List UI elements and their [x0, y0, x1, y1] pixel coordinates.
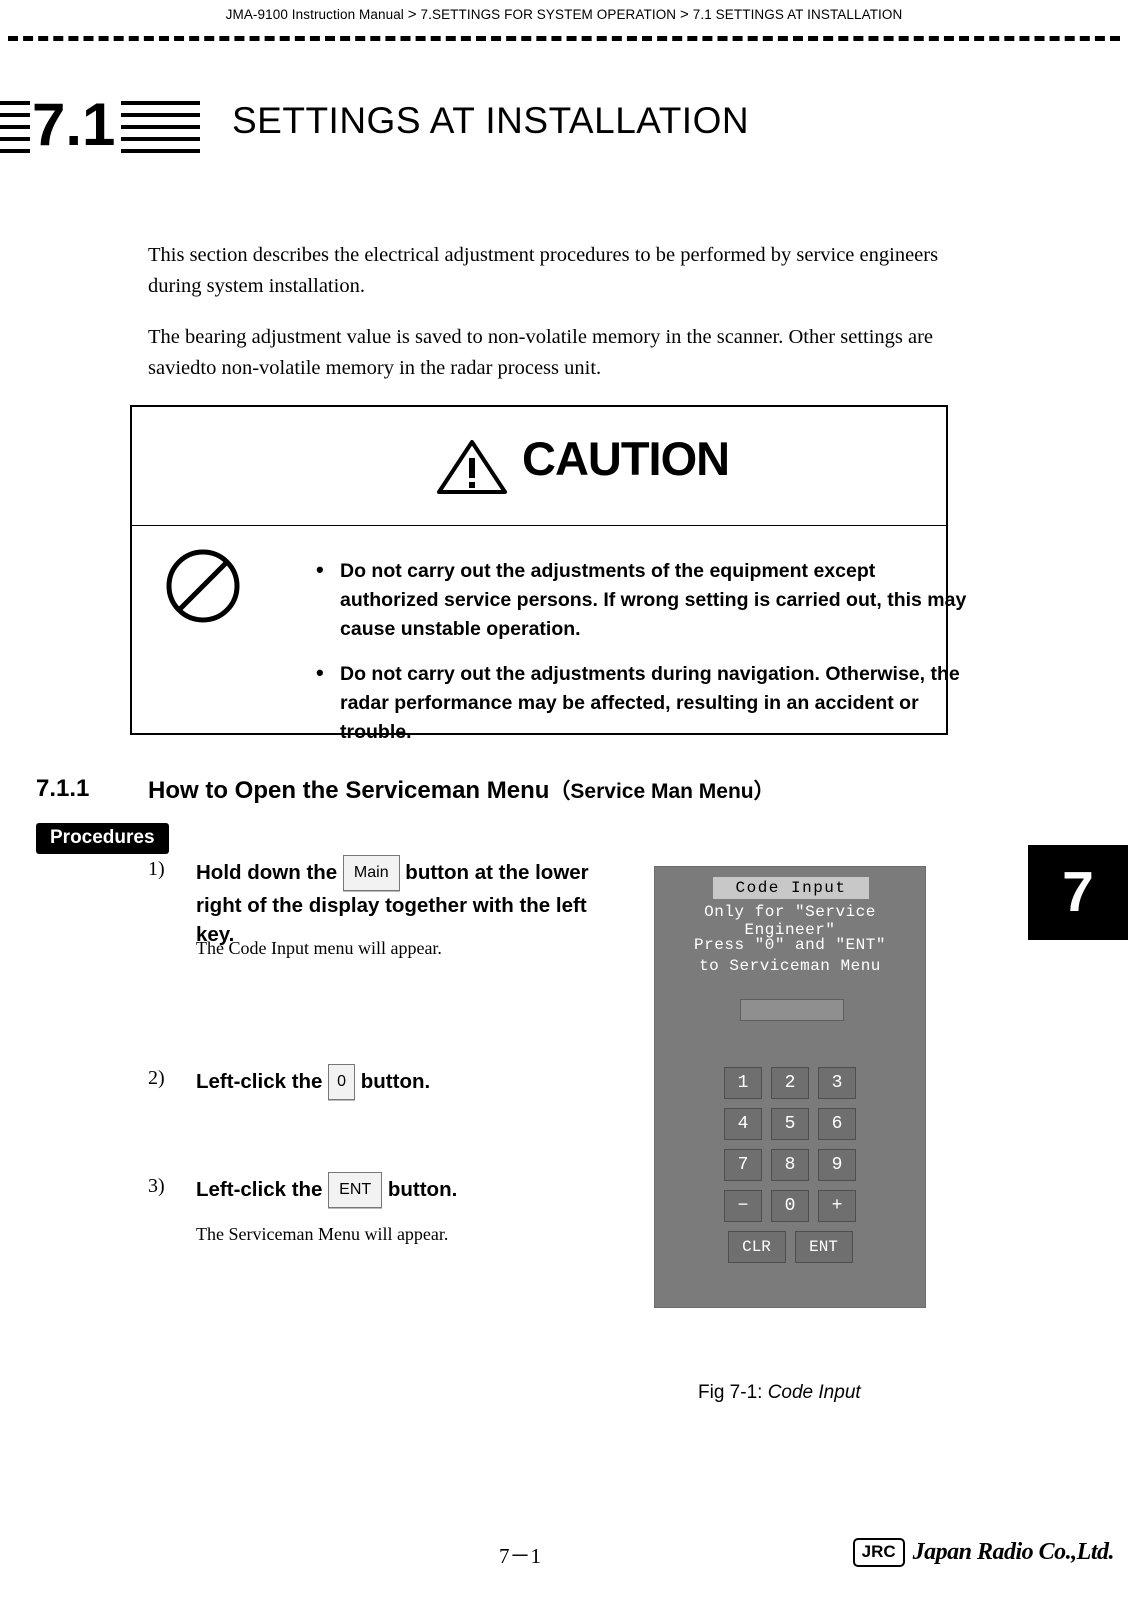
warning-triangle-icon — [437, 440, 507, 494]
breadcrumb-section: 7.1 SETTINGS AT INSTALLATION — [692, 7, 903, 22]
page-title: SETTINGS AT INSTALLATION — [232, 100, 750, 141]
step-number-3: 3) — [148, 1175, 165, 1197]
chapter-tab: 7 — [1028, 845, 1128, 940]
caution-list: Do not carry out the adjustments of the … — [272, 555, 972, 763]
code-input-keypad: 1 2 3 4 5 6 7 8 9 − 0 + CLR ENT — [655, 1067, 925, 1272]
procedures-label: Procedures — [36, 823, 169, 854]
keypad-key-1[interactable]: 1 — [724, 1067, 762, 1099]
intro-paragraph-1: This section describes the electrical ad… — [148, 244, 939, 297]
keypad-key-plus[interactable]: + — [818, 1190, 856, 1222]
caution-item: Do not carry out the adjustments during … — [312, 658, 972, 747]
subsection-title: How to Open the Serviceman Menu（Service … — [148, 775, 775, 805]
breadcrumb-separator-2: > — [680, 6, 689, 23]
code-input-title: Code Input — [713, 877, 869, 899]
figure-caption: Fig 7-1: Code Input — [698, 1382, 861, 1404]
subsection-title-main: How to Open the Serviceman Menu — [148, 777, 550, 804]
step-2-text-before: Left-click the — [196, 1070, 323, 1093]
caution-box: CAUTION Do not carry out the adjustments… — [130, 405, 966, 743]
step-2-text-after: button. — [360, 1070, 431, 1093]
breadcrumb-manual: JMA-9100 Instruction Manual — [225, 7, 404, 22]
keypad-row: CLR ENT — [655, 1231, 925, 1263]
prohibition-icon — [166, 549, 240, 623]
subsection-title-paren: （Service Man Menu） — [549, 780, 775, 803]
page-header: JMA-9100 Instruction Manual > 7.SETTINGS… — [0, 0, 1128, 30]
code-input-instruction-line-1: Press "0" and "ENT" — [694, 936, 886, 954]
subsection-number: 7.1.1 — [36, 775, 90, 802]
step-note-3: The Serviceman Menu will appear. — [196, 1224, 449, 1244]
code-input-instructions: Press "0" and "ENT" to Serviceman Menu — [655, 935, 925, 977]
keypad-key-4[interactable]: 4 — [724, 1108, 762, 1140]
keypad-key-7[interactable]: 7 — [724, 1149, 762, 1181]
main-key[interactable]: Main — [342, 855, 400, 891]
section-number: 7.1 — [30, 89, 122, 161]
keypad-key-5[interactable]: 5 — [771, 1108, 809, 1140]
company-name: Japan Radio Co.,Ltd. — [912, 1539, 1115, 1565]
section-number-block: 7.1 — [0, 89, 200, 161]
step-text-1: Hold down the Main button at the lower r… — [196, 855, 606, 949]
breadcrumb-separator-1: > — [407, 6, 417, 23]
company-logo: JRC Japan Radio Co.,Ltd. — [852, 1538, 1115, 1567]
code-input-subtitle: Only for "Service Engineer" — [704, 903, 876, 939]
keypad-row: 7 8 9 — [655, 1149, 925, 1181]
keypad-key-3[interactable]: 3 — [818, 1067, 856, 1099]
figure-caption-label: Fig 7-1: — [698, 1382, 763, 1403]
step-1-text-before: Hold down the — [196, 861, 338, 884]
breadcrumb: JMA-9100 Instruction Manual > 7.SETTINGS… — [225, 6, 903, 23]
figure-caption-text: Code Input — [767, 1382, 861, 1403]
header-divider — [8, 36, 1120, 41]
keypad-row: 1 2 3 — [655, 1067, 925, 1099]
keypad-key-8[interactable]: 8 — [771, 1149, 809, 1181]
caution-header: CAUTION — [132, 407, 950, 517]
step-number-1: 1) — [148, 858, 165, 880]
keypad-row: − 0 + — [655, 1190, 925, 1222]
keypad-key-ent[interactable]: ENT — [794, 1231, 853, 1263]
zero-key[interactable]: 0 — [328, 1064, 356, 1100]
caution-divider — [132, 525, 946, 526]
code-input-field[interactable] — [740, 999, 844, 1021]
code-input-dialog: Code Input Only for "Service Engineer" P… — [654, 866, 926, 1308]
code-input-instruction-line-2: to Serviceman Menu — [699, 957, 881, 975]
keypad-key-2[interactable]: 2 — [771, 1067, 809, 1099]
keypad-key-minus[interactable]: − — [724, 1190, 762, 1222]
step-number-2: 2) — [148, 1067, 165, 1089]
caution-item: Do not carry out the adjustments of the … — [312, 555, 972, 644]
keypad-key-0[interactable]: 0 — [771, 1190, 809, 1222]
caution-title: CAUTION — [522, 432, 730, 485]
breadcrumb-chapter: 7.SETTINGS FOR SYSTEM OPERATION — [420, 7, 677, 22]
keypad-row: 4 5 6 — [655, 1108, 925, 1140]
keypad-key-9[interactable]: 9 — [818, 1149, 856, 1181]
ent-key[interactable]: ENT — [328, 1172, 383, 1208]
keypad-key-clr[interactable]: CLR — [727, 1231, 786, 1263]
intro-paragraph-2: The bearing adjustment value is saved to… — [148, 326, 934, 379]
step-text-3: Left-click the ENT button. — [196, 1172, 626, 1208]
jrc-logo-mark: JRC — [852, 1538, 905, 1567]
step-3-text-before: Left-click the — [196, 1178, 323, 1201]
keypad-key-6[interactable]: 6 — [818, 1108, 856, 1140]
step-3-text-after: button. — [387, 1178, 458, 1201]
step-note-1: The Code Input menu will appear. — [196, 938, 442, 958]
step-text-2: Left-click the 0 button. — [196, 1064, 616, 1100]
